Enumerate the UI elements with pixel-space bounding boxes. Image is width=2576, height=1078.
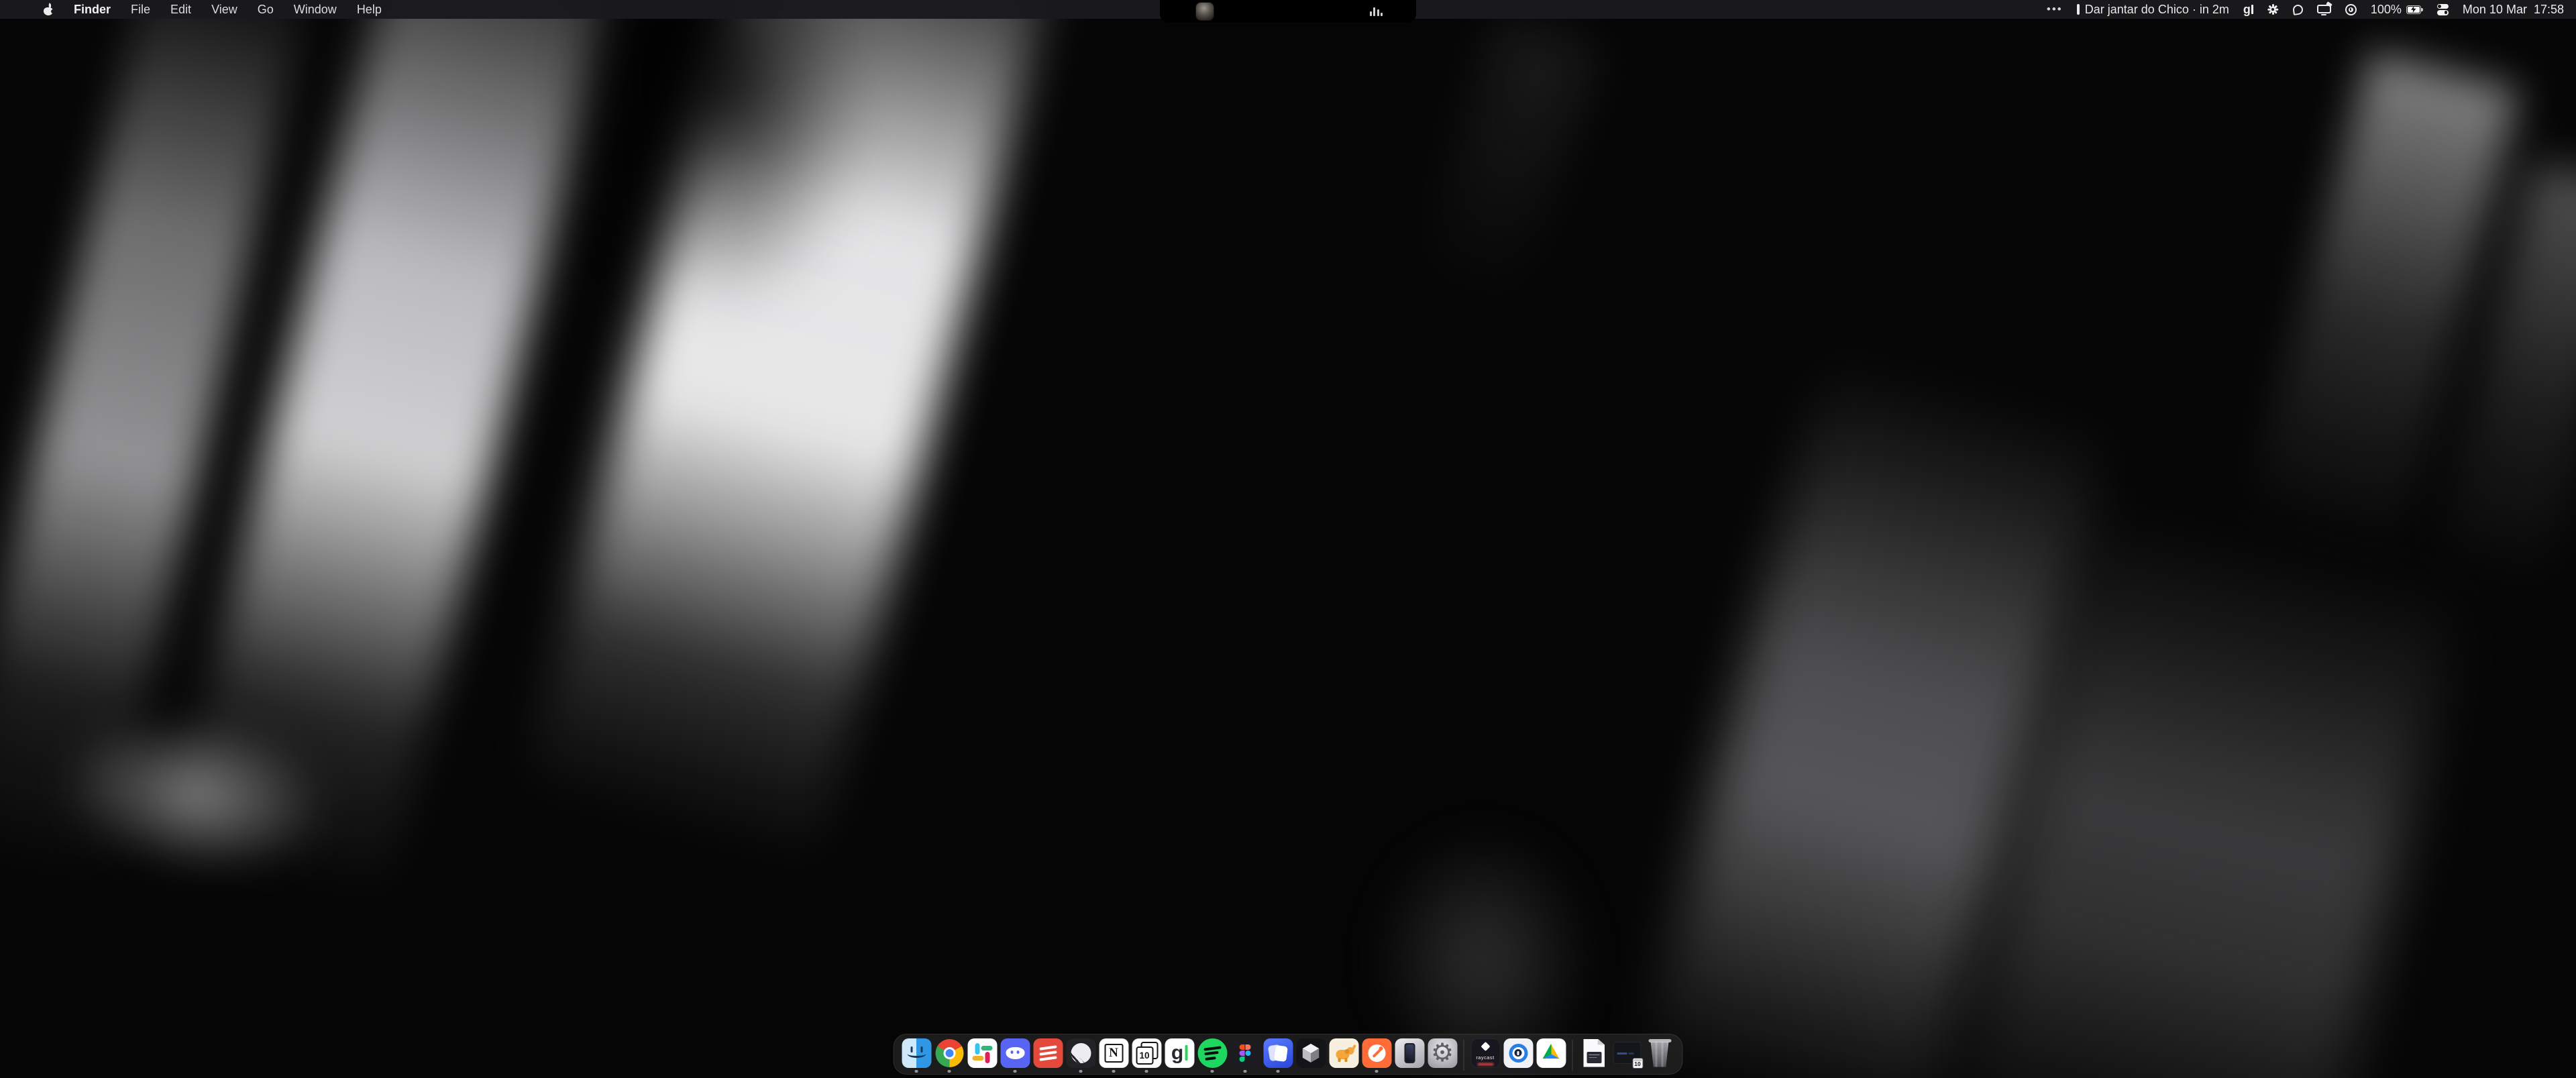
granola-glyph: g: [2243, 3, 2251, 15]
paste-icon: [1263, 1038, 1293, 1068]
reminder-text: Dar jantar do Chico · in 2m: [2085, 3, 2229, 17]
dock-item-notion-calendar[interactable]: 10: [1130, 1038, 1163, 1073]
finder-icon: [902, 1038, 931, 1068]
notch: [1160, 0, 1416, 22]
dock-item-postico[interactable]: [1328, 1038, 1360, 1073]
reminder-bar-icon: [2077, 4, 2080, 15]
dock-item-discord[interactable]: [999, 1038, 1032, 1073]
dock-item-trash[interactable]: [1644, 1038, 1676, 1073]
dock-item-system-settings[interactable]: ⚙: [1426, 1038, 1459, 1073]
menu-item-edit[interactable]: Edit: [170, 3, 191, 17]
postman-icon: [1362, 1038, 1391, 1068]
spotify-icon: [1197, 1038, 1227, 1068]
menu-item-go[interactable]: Go: [258, 3, 274, 17]
flower-asterisk-icon[interactable]: [2267, 4, 2279, 15]
chrome-icon: [934, 1038, 964, 1068]
figma-icon: [1230, 1038, 1260, 1068]
notion-icon: N: [1099, 1038, 1128, 1068]
dock-item-finder[interactable]: [900, 1038, 933, 1073]
menu-item-view[interactable]: View: [211, 3, 237, 17]
1password-icon: [1503, 1038, 1533, 1068]
battery-status-item[interactable]: 100%: [2371, 3, 2423, 17]
time-label: 17:58: [2534, 3, 2564, 17]
dock-item-granola[interactable]: g: [1163, 1038, 1196, 1073]
dock-item-1password[interactable]: [1502, 1038, 1535, 1073]
spline-3d-icon: [1296, 1038, 1326, 1068]
dock-item-google-drive[interactable]: [1535, 1038, 1568, 1073]
battery-percent-label: 100%: [2371, 3, 2402, 17]
dock-item-iphone-mirroring[interactable]: [1393, 1038, 1426, 1073]
dock-item-document-file[interactable]: [1578, 1038, 1611, 1073]
display-status-icon[interactable]: [2317, 4, 2331, 15]
dock-item-todoist[interactable]: [1032, 1038, 1065, 1073]
menu-item-help[interactable]: Help: [357, 3, 382, 17]
system-settings-icon: ⚙: [1428, 1038, 1457, 1068]
granola-menubar-icon[interactable]: g: [2243, 3, 2253, 15]
desktop[interactable]: Finder File Edit View Go Window Help ••• Dar j…: [0, 0, 2576, 1078]
now-playing-album-art[interactable]: [1196, 3, 1214, 20]
google-drive-icon: [1536, 1038, 1566, 1068]
dock-separator: [1572, 1040, 1573, 1071]
dock-item-minimized-window[interactable]: 10: [1611, 1038, 1644, 1073]
audio-visualizer-icon: [1370, 6, 1383, 16]
reminder-status-item[interactable]: Dar jantar do Chico · in 2m: [2077, 3, 2229, 17]
wallpaper: [0, 0, 2576, 1078]
raycast-icon: raycast: [1470, 1038, 1500, 1068]
menu-item-file[interactable]: File: [131, 3, 150, 17]
dock-item-paste[interactable]: [1262, 1038, 1295, 1073]
status-overflow-icon[interactable]: •••: [2047, 3, 2063, 16]
discord-icon: [1000, 1038, 1030, 1068]
todoist-icon: [1033, 1038, 1063, 1068]
menu-bar-left: Finder File Edit View Go Window Help: [0, 3, 382, 17]
document-file-icon: [1579, 1038, 1609, 1068]
granola-cursor-icon: [2251, 5, 2253, 14]
dock-item-raycast[interactable]: raycast: [1469, 1038, 1502, 1073]
dock-item-slack[interactable]: [966, 1038, 999, 1073]
slack-icon: [967, 1038, 997, 1068]
date-label: Mon 10 Mar: [2463, 3, 2527, 17]
running-indicator: [1375, 1070, 1379, 1073]
postico-icon: [1329, 1038, 1358, 1068]
running-indicator: [1244, 1070, 1247, 1073]
onepassword-menubar-icon[interactable]: [2345, 4, 2357, 15]
running-indicator: [915, 1070, 918, 1073]
dock-item-spline-3d[interactable]: [1295, 1038, 1328, 1073]
running-indicator: [948, 1070, 951, 1073]
dock-item-linear[interactable]: [1065, 1038, 1097, 1073]
running-indicator: [1145, 1070, 1148, 1073]
iphone-mirroring-icon: [1395, 1038, 1424, 1068]
dock: N10g⚙raycast10: [894, 1034, 1683, 1075]
dock-item-notion[interactable]: N: [1097, 1038, 1130, 1073]
running-indicator: [1079, 1070, 1083, 1073]
menu-item-window[interactable]: Window: [294, 3, 337, 17]
dock-item-figma[interactable]: [1229, 1038, 1262, 1073]
dock-item-spotify[interactable]: [1196, 1038, 1229, 1073]
dock-item-chrome[interactable]: [933, 1038, 966, 1073]
apple-menu-icon[interactable]: [43, 3, 54, 16]
control-center-icon[interactable]: [2437, 4, 2449, 15]
trash-icon: [1645, 1038, 1674, 1068]
menu-item-finder[interactable]: Finder: [74, 3, 111, 17]
linear-icon: [1066, 1038, 1095, 1068]
running-indicator: [1277, 1070, 1280, 1073]
running-indicator: [1014, 1070, 1017, 1073]
minimized-window-icon: 10: [1612, 1038, 1642, 1068]
dock-item-postman[interactable]: [1360, 1038, 1393, 1073]
menu-bar-clock[interactable]: Mon 10 Mar 17:58: [2463, 3, 2564, 17]
running-indicator: [1211, 1070, 1214, 1073]
running-indicator: [1112, 1070, 1116, 1073]
granola-icon: g: [1165, 1038, 1194, 1068]
pick-shape-icon[interactable]: [2293, 5, 2303, 15]
battery-icon: [2406, 5, 2423, 14]
notion-calendar-icon: 10: [1132, 1038, 1161, 1068]
app-menus: Finder File Edit View Go Window Help: [74, 3, 382, 17]
menu-bar-status: ••• Dar jantar do Chico · in 2m g: [2047, 3, 2576, 17]
